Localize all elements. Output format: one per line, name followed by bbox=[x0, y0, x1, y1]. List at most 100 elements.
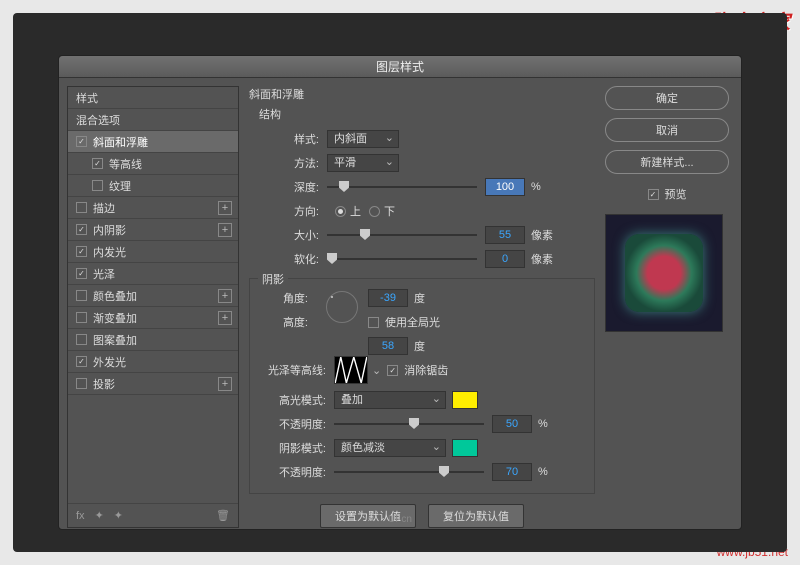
effect-checkbox[interactable] bbox=[76, 312, 87, 323]
sidebar-item-0[interactable]: 样式 bbox=[68, 87, 238, 109]
structure-title: 结构 bbox=[259, 106, 595, 122]
shadow-opacity-input[interactable]: 70 bbox=[492, 463, 532, 481]
sidebar-item-label: 样式 bbox=[76, 90, 98, 106]
sidebar-item-2[interactable]: 斜面和浮雕 bbox=[68, 131, 238, 153]
sidebar-item-label: 等高线 bbox=[109, 156, 142, 172]
sidebar-item-1[interactable]: 混合选项 bbox=[68, 109, 238, 131]
highlight-color-swatch[interactable] bbox=[452, 391, 478, 409]
sidebar-item-12[interactable]: 外发光 bbox=[68, 351, 238, 373]
direction-label: 方向: bbox=[249, 203, 327, 219]
trash-icon[interactable]: 🗑 bbox=[216, 509, 230, 522]
add-effect-icon[interactable]: + bbox=[218, 289, 232, 303]
shadow-color-swatch[interactable] bbox=[452, 439, 478, 457]
angle-wheel[interactable] bbox=[326, 291, 358, 323]
sidebar-item-label: 内发光 bbox=[93, 244, 126, 260]
arrow-up-icon[interactable]: ✦ bbox=[95, 509, 104, 522]
sidebar-item-13[interactable]: 投影 + bbox=[68, 373, 238, 395]
antialias-checkbox[interactable] bbox=[387, 365, 398, 376]
method-dropdown[interactable]: 平滑 bbox=[327, 154, 399, 172]
effect-checkbox[interactable] bbox=[92, 158, 103, 169]
shadow-opacity-label: 不透明度: bbox=[256, 464, 334, 480]
settings-panel: 斜面和浮雕 结构 样式:内斜面 方法:平滑 深度:100% 方向:上下 大小:5… bbox=[249, 86, 595, 528]
shadow-mode-label: 阴影模式: bbox=[256, 440, 334, 456]
sidebar-item-10[interactable]: 渐变叠加 + bbox=[68, 307, 238, 329]
effect-checkbox[interactable] bbox=[76, 202, 87, 213]
effect-checkbox[interactable] bbox=[76, 334, 87, 345]
preview-thumbnail bbox=[605, 214, 723, 332]
shadow-section: 阴影 角度: 高度: -39度 使用全局光 58度 光泽等高线:⌄消除锯齿 高光… bbox=[249, 278, 595, 494]
effect-checkbox[interactable] bbox=[76, 136, 87, 147]
new-style-button[interactable]: 新建样式... bbox=[605, 150, 729, 174]
sidebar-item-8[interactable]: 光泽 bbox=[68, 263, 238, 285]
depth-input[interactable]: 100 bbox=[485, 178, 525, 196]
sidebar-item-3[interactable]: 等高线 bbox=[68, 153, 238, 175]
add-effect-icon[interactable]: + bbox=[218, 223, 232, 237]
right-buttons: 确定 取消 新建样式... 预览 bbox=[605, 86, 729, 528]
effects-sidebar: 样式混合选项斜面和浮雕等高线纹理描边 + 内阴影 + 内发光光泽颜色叠加 + 渐变叠加 + 图案… bbox=[67, 86, 239, 528]
sidebar-item-label: 渐变叠加 bbox=[93, 310, 137, 326]
effect-checkbox[interactable] bbox=[92, 180, 103, 191]
method-label: 方法: bbox=[249, 155, 327, 171]
direction-up-radio[interactable] bbox=[335, 206, 346, 217]
sidebar-item-label: 外发光 bbox=[93, 354, 126, 370]
size-label: 大小: bbox=[249, 227, 327, 243]
effect-checkbox[interactable] bbox=[76, 268, 87, 279]
ok-button[interactable]: 确定 bbox=[605, 86, 729, 110]
gloss-contour-picker[interactable] bbox=[334, 356, 368, 384]
add-effect-icon[interactable]: + bbox=[218, 377, 232, 391]
preview-checkbox[interactable] bbox=[648, 189, 659, 200]
size-input[interactable]: 55 bbox=[485, 226, 525, 244]
add-effect-icon[interactable]: + bbox=[218, 201, 232, 215]
dialog-title: 图层样式 bbox=[59, 56, 741, 78]
style-dropdown[interactable]: 内斜面 bbox=[327, 130, 399, 148]
fx-icon[interactable]: fx bbox=[76, 510, 85, 522]
shadow-opacity-slider[interactable] bbox=[334, 465, 484, 479]
sidebar-item-5[interactable]: 描边 + bbox=[68, 197, 238, 219]
sidebar-item-11[interactable]: 图案叠加 bbox=[68, 329, 238, 351]
sidebar-item-label: 混合选项 bbox=[76, 112, 120, 128]
soften-slider[interactable] bbox=[327, 252, 477, 266]
effect-checkbox[interactable] bbox=[76, 290, 87, 301]
layer-style-dialog: 图层样式 样式混合选项斜面和浮雕等高线纹理描边+内阴影+内发光光泽颜色叠加+渐变… bbox=[58, 55, 742, 530]
arrow-down-icon[interactable]: ✦ bbox=[114, 509, 123, 522]
add-effect-icon[interactable]: + bbox=[218, 311, 232, 325]
shadow-mode-dropdown[interactable]: 颜色减淡 bbox=[334, 439, 446, 457]
highlight-opacity-slider[interactable] bbox=[334, 417, 484, 431]
highlight-opacity-input[interactable]: 50 bbox=[492, 415, 532, 433]
cancel-button[interactable]: 取消 bbox=[605, 118, 729, 142]
size-slider[interactable] bbox=[327, 228, 477, 242]
sidebar-item-label: 图案叠加 bbox=[93, 332, 137, 348]
app-frame: 图层样式 样式混合选项斜面和浮雕等高线纹理描边+内阴影+内发光光泽颜色叠加+渐变… bbox=[13, 13, 787, 552]
altitude-label: 高度: bbox=[256, 314, 316, 330]
altitude-input[interactable]: 58 bbox=[368, 337, 408, 355]
sidebar-footer: fx ✦ ✦ 🗑 bbox=[68, 503, 238, 527]
highlight-opacity-label: 不透明度: bbox=[256, 416, 334, 432]
effect-checkbox[interactable] bbox=[76, 246, 87, 257]
angle-input[interactable]: -39 bbox=[368, 289, 408, 307]
sidebar-item-label: 内阴影 bbox=[93, 222, 126, 238]
effect-checkbox[interactable] bbox=[76, 224, 87, 235]
style-label: 样式: bbox=[249, 131, 327, 147]
sidebar-item-label: 投影 bbox=[93, 376, 115, 392]
sidebar-item-9[interactable]: 颜色叠加 + bbox=[68, 285, 238, 307]
highlight-mode-label: 高光模式: bbox=[256, 392, 334, 408]
highlight-mode-dropdown[interactable]: 叠加 bbox=[334, 391, 446, 409]
effect-checkbox[interactable] bbox=[76, 378, 87, 389]
sidebar-item-label: 描边 bbox=[93, 200, 115, 216]
sidebar-item-4[interactable]: 纹理 bbox=[68, 175, 238, 197]
direction-down-radio[interactable] bbox=[369, 206, 380, 217]
effect-checkbox[interactable] bbox=[76, 356, 87, 367]
sidebar-item-label: 光泽 bbox=[93, 266, 115, 282]
sidebar-item-7[interactable]: 内发光 bbox=[68, 241, 238, 263]
sidebar-item-6[interactable]: 内阴影 + bbox=[68, 219, 238, 241]
ui-mark: UI·cn bbox=[388, 514, 412, 525]
depth-slider[interactable] bbox=[327, 180, 477, 194]
chevron-down-icon[interactable]: ⌄ bbox=[372, 364, 381, 377]
global-light-checkbox[interactable] bbox=[368, 317, 379, 328]
soften-input[interactable]: 0 bbox=[485, 250, 525, 268]
preview-label: 预览 bbox=[665, 186, 687, 202]
reset-default-button[interactable]: 复位为默认值 bbox=[428, 504, 524, 528]
sidebar-item-label: 斜面和浮雕 bbox=[93, 134, 148, 150]
sidebar-item-label: 颜色叠加 bbox=[93, 288, 137, 304]
group-title: 斜面和浮雕 bbox=[249, 86, 595, 102]
